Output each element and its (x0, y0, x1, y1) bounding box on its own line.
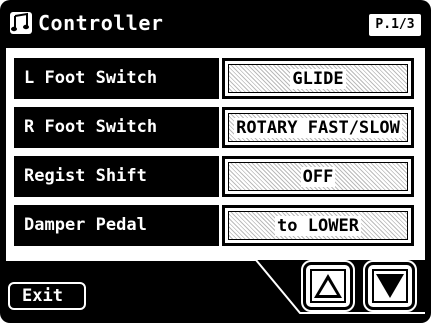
page-title: Controller (38, 11, 164, 35)
row-label-l-foot-switch: L Foot Switch (14, 58, 219, 99)
row-label-damper-pedal: Damper Pedal (14, 205, 219, 246)
page-indicator: P.1/3 (369, 14, 421, 36)
value-button-r-foot-switch[interactable]: ROTARY FAST/SLOW (222, 107, 414, 148)
value-text: to LOWER (275, 215, 361, 236)
row-label-r-foot-switch: R Foot Switch (14, 107, 219, 148)
row-label-regist-shift: Regist Shift (14, 156, 219, 197)
value-text: ROTARY FAST/SLOW (234, 117, 402, 138)
value-button-regist-shift[interactable]: OFF (222, 156, 414, 197)
value-text: GLIDE (290, 68, 346, 89)
page-up-button[interactable] (301, 260, 355, 312)
screen: Controller P.1/3 L Foot Switch GLIDE R F… (0, 0, 431, 323)
arrow-up-icon (306, 269, 350, 303)
exit-button[interactable]: Exit (8, 282, 86, 310)
value-text: OFF (300, 166, 336, 187)
value-button-damper-pedal[interactable]: to LOWER (222, 205, 414, 246)
arrow-down-icon (368, 269, 412, 303)
page-down-button[interactable] (363, 260, 417, 312)
value-button-l-foot-switch[interactable]: GLIDE (222, 58, 414, 99)
title-bar: Controller P.1/3 (6, 6, 425, 42)
music-notes-icon (10, 12, 32, 34)
settings-panel: L Foot Switch GLIDE R Foot Switch ROTARY… (6, 48, 425, 260)
